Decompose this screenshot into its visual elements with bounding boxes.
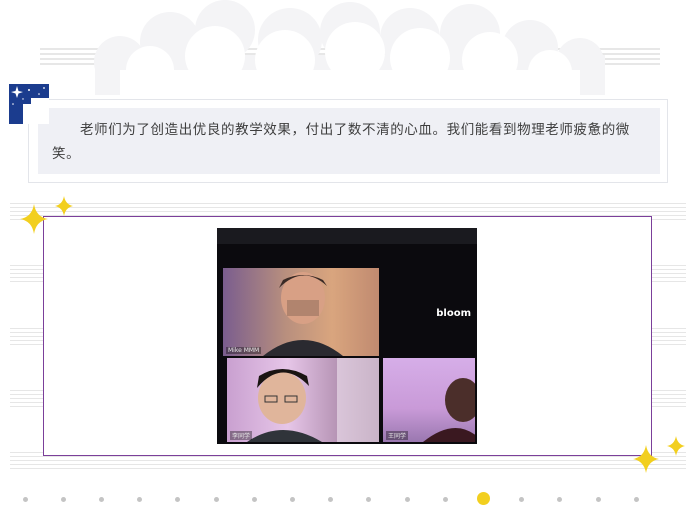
video-tile: bloom	[381, 268, 477, 356]
pagination-dot[interactable]	[366, 497, 372, 502]
tile-name: 李同学	[230, 431, 253, 440]
video-tile: 王同学	[383, 358, 475, 442]
pagination-dot[interactable]	[633, 497, 639, 502]
video-tile: Mike MMM	[223, 268, 379, 356]
caption-text: 老师们为了创造出优良的教学效果，付出了数不清的心血。我们能看到物理老师疲惫的微笑…	[52, 122, 630, 162]
pagination-dot[interactable]	[595, 497, 601, 502]
pagination-dot[interactable]	[328, 497, 334, 502]
teacher-face-icon	[263, 272, 343, 356]
tile-name: bloom	[436, 308, 471, 319]
sparkle-icon	[20, 204, 48, 234]
pagination-dot[interactable]	[60, 497, 66, 502]
video-call-photo: Mike MMM bloom 李同学 王同学	[217, 228, 477, 444]
pagination-dots	[0, 492, 690, 508]
tile-name: Mike MMM	[226, 347, 262, 354]
star-corner-icon	[9, 84, 49, 124]
sparkle-icon	[633, 445, 659, 473]
pagination-dot[interactable]	[557, 497, 563, 502]
sparkle-icon	[667, 436, 685, 456]
pagination-dot[interactable]	[251, 497, 257, 502]
student-face-icon	[247, 358, 379, 442]
pagination-dot[interactable]	[22, 497, 28, 502]
pagination-dot[interactable]	[98, 497, 104, 502]
cloud-decoration	[40, 0, 660, 95]
pagination-dot[interactable]	[137, 497, 143, 502]
pagination-dot-active[interactable]	[476, 492, 490, 505]
pagination-dot[interactable]	[213, 497, 219, 502]
pagination-dot[interactable]	[289, 497, 295, 502]
caption-card: 老师们为了创造出优良的教学效果，付出了数不清的心血。我们能看到物理老师疲惫的微笑…	[38, 108, 660, 174]
pagination-dot[interactable]	[404, 497, 410, 502]
pagination-dot[interactable]	[175, 497, 181, 502]
pagination-dot[interactable]	[442, 497, 448, 502]
tile-name: 王同学	[386, 431, 409, 440]
sparkle-icon	[55, 196, 73, 216]
student-face-icon	[423, 378, 475, 442]
pagination-dot[interactable]	[519, 497, 525, 502]
call-window-bar	[217, 228, 477, 244]
video-tile: 李同学	[227, 358, 379, 442]
